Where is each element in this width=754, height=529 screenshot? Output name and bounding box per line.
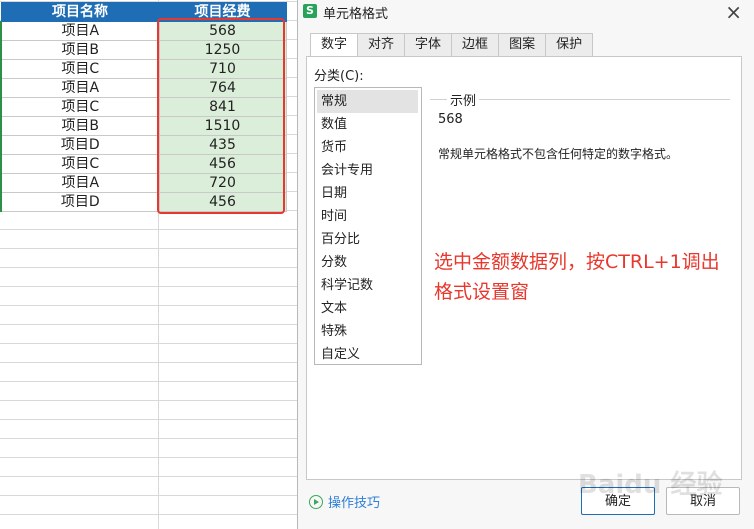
play-icon (309, 495, 323, 509)
header-row: 项目名称 项目经费 (0, 2, 287, 22)
data-table: 项目名称 项目经费 项目A 568 项目B 1250 项目C 710 项目A 7… (0, 2, 287, 212)
cell-project-name[interactable]: 项目A (0, 21, 160, 41)
tab-alignment[interactable]: 对齐 (357, 33, 406, 57)
format-description: 常规单元格格式不包含任何特定的数字格式。 (438, 147, 679, 161)
dialog-title: 单元格格式 (323, 7, 389, 22)
number-tab-panel: 分类(C): 常规 数值 货币 会计专用 日期 时间 百分比 分数 科学记数 文… (306, 56, 742, 480)
close-icon[interactable]: × (725, 0, 742, 24)
category-item-percentage[interactable]: 百分比 (317, 228, 418, 251)
tips-label: 操作技巧 (328, 496, 381, 511)
cell-project-budget[interactable]: 841 (158, 97, 287, 117)
cell-project-budget[interactable]: 435 (158, 135, 287, 155)
cell-project-name[interactable]: 项目D (0, 135, 160, 155)
cell-project-name[interactable]: 项目B (0, 40, 160, 60)
cell-project-budget[interactable]: 456 (158, 154, 287, 174)
header-project-name[interactable]: 项目名称 (0, 2, 160, 22)
category-item-scientific[interactable]: 科学记数 (317, 274, 418, 297)
dialog-titlebar[interactable]: S 单元格格式 × (298, 0, 754, 24)
cell-project-budget[interactable]: 568 (158, 21, 287, 41)
tab-border[interactable]: 边框 (451, 33, 500, 57)
tab-number[interactable]: 数字 (310, 33, 359, 58)
table-row: 项目C 456 (0, 154, 287, 174)
header-project-budget[interactable]: 项目经费 (158, 2, 287, 22)
category-item-currency[interactable]: 货币 (317, 136, 418, 159)
cell-project-budget[interactable]: 456 (158, 192, 287, 212)
cell-project-name[interactable]: 项目B (0, 116, 160, 136)
spreadsheet: 项目名称 项目经费 项目A 568 项目B 1250 项目C 710 项目A 7… (0, 0, 300, 529)
table-row: 项目B 1250 (0, 40, 287, 60)
cell-project-name[interactable]: 项目C (0, 97, 160, 117)
category-item-custom[interactable]: 自定义 (317, 343, 418, 366)
category-item-fraction[interactable]: 分数 (317, 251, 418, 274)
cell-project-name[interactable]: 项目C (0, 59, 160, 79)
category-item-number[interactable]: 数值 (317, 113, 418, 136)
category-item-general[interactable]: 常规 (317, 90, 418, 113)
tab-bar: 数字 对齐 字体 边框 图案 保护 (310, 33, 594, 58)
cell-project-name[interactable]: 项目D (0, 192, 160, 212)
app-logo-icon: S (303, 4, 317, 18)
tips-link[interactable]: 操作技巧 (309, 492, 380, 511)
tab-protection[interactable]: 保护 (545, 33, 594, 57)
table-row: 项目B 1510 (0, 116, 287, 136)
category-item-time[interactable]: 时间 (317, 205, 418, 228)
cell-project-name[interactable]: 项目C (0, 154, 160, 174)
instruction-annotation: 选中金额数据列，按CTRL+1调出格式设置窗 (434, 251, 720, 303)
sample-title: 示例 (447, 90, 480, 109)
category-item-accounting[interactable]: 会计专用 (317, 159, 418, 182)
format-cells-dialog: S 单元格格式 × 数字 对齐 字体 边框 图案 保护 分类(C): 常规 数值… (297, 0, 754, 529)
sample-value: 568 (438, 112, 463, 127)
tab-font[interactable]: 字体 (404, 33, 453, 57)
category-list[interactable]: 常规 数值 货币 会计专用 日期 时间 百分比 分数 科学记数 文本 特殊 自定… (314, 87, 422, 365)
category-item-special[interactable]: 特殊 (317, 320, 418, 343)
cell-project-name[interactable]: 项目A (0, 173, 160, 193)
table-row: 项目D 456 (0, 192, 287, 212)
cell-project-budget[interactable]: 720 (158, 173, 287, 193)
cell-project-budget[interactable]: 764 (158, 78, 287, 98)
watermark: Baidu 经验 (578, 470, 723, 500)
category-item-date[interactable]: 日期 (317, 182, 418, 205)
category-item-text[interactable]: 文本 (317, 297, 418, 320)
table-row: 项目C 841 (0, 97, 287, 117)
cell-project-name[interactable]: 项目A (0, 78, 160, 98)
cell-project-budget[interactable]: 1250 (158, 40, 287, 60)
table-row: 项目C 710 (0, 59, 287, 79)
category-label: 分类(C): (314, 69, 364, 84)
tab-pattern[interactable]: 图案 (498, 33, 547, 57)
cell-project-budget[interactable]: 710 (158, 59, 287, 79)
table-row: 项目A 720 (0, 173, 287, 193)
table-row: 项目A 764 (0, 78, 287, 98)
table-row: 项目A 568 (0, 21, 287, 41)
cell-project-budget[interactable]: 1510 (158, 116, 287, 136)
table-row: 项目D 435 (0, 135, 287, 155)
